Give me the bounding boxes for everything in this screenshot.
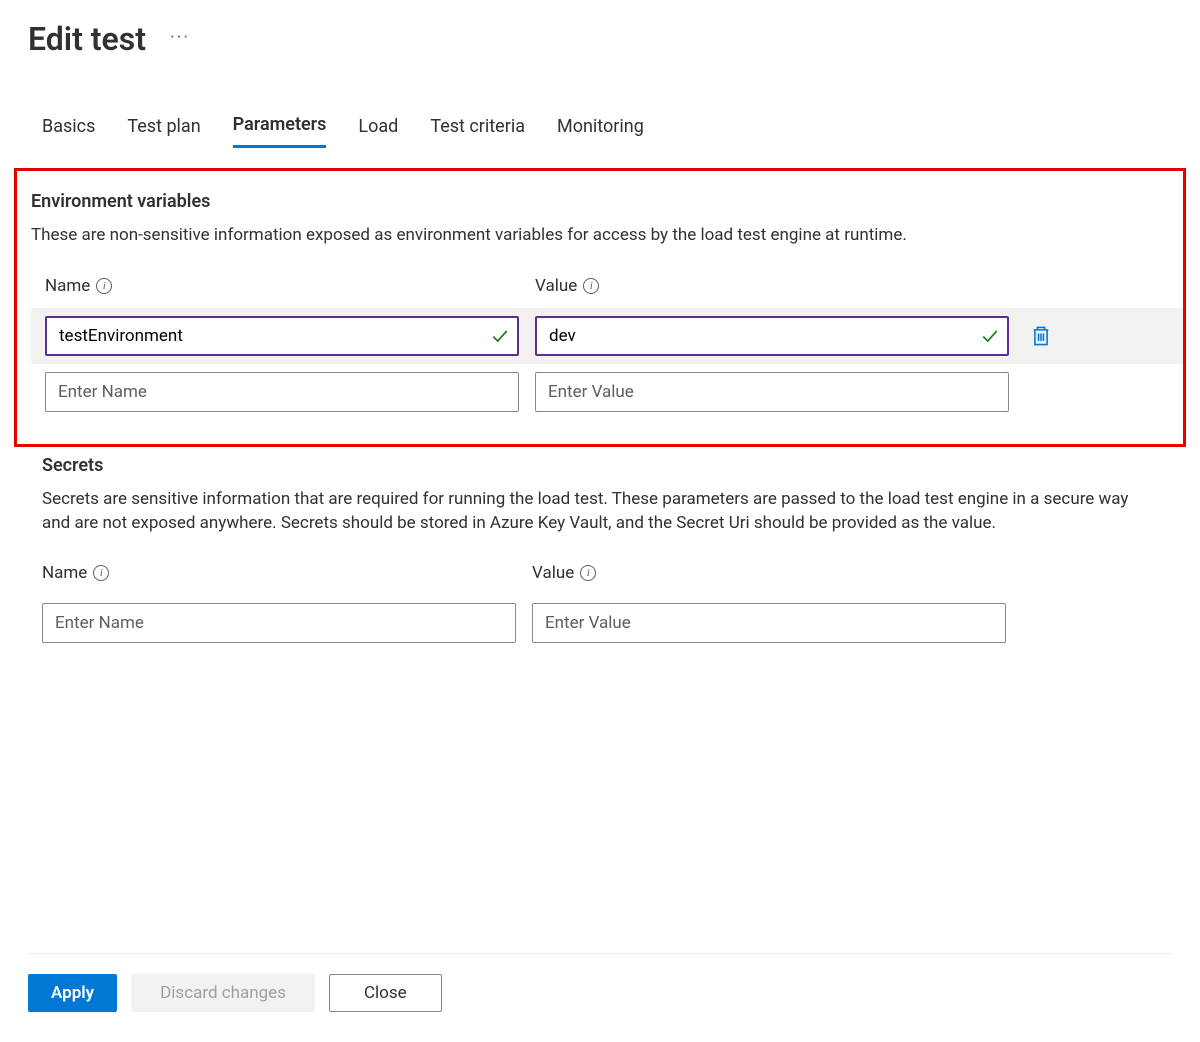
secrets-section: Secrets Secrets are sensitive informatio… <box>28 455 1172 652</box>
tab-basics[interactable]: Basics <box>42 114 95 148</box>
env-column-headers: Name i Value i <box>31 276 1163 296</box>
footer-actions: Apply Discard changes Close <box>28 953 1172 1042</box>
delete-row-button[interactable] <box>1025 320 1057 352</box>
env-value-input[interactable] <box>535 316 1009 356</box>
env-row <box>31 308 1183 364</box>
env-col-value-header: Value i <box>535 276 1009 296</box>
discard-button[interactable]: Discard changes <box>131 974 315 1012</box>
secrets-row-empty <box>42 595 1158 651</box>
env-name-input[interactable] <box>45 316 519 356</box>
tab-test-criteria[interactable]: Test criteria <box>430 114 525 148</box>
env-col-name-label: Name <box>45 276 90 296</box>
secrets-value-input-empty[interactable] <box>532 603 1006 643</box>
env-highlight-box: Environment variables These are non-sens… <box>14 168 1186 447</box>
secrets-col-value-label: Value <box>532 563 574 583</box>
more-menu-icon[interactable]: ··· <box>170 27 190 52</box>
tabs-container: Basics Test plan Parameters Load Test cr… <box>28 114 1172 148</box>
env-col-name-header: Name i <box>45 276 519 296</box>
apply-button[interactable]: Apply <box>28 974 117 1012</box>
env-col-value-label: Value <box>535 276 577 296</box>
page-title: Edit test <box>28 20 146 58</box>
tab-monitoring[interactable]: Monitoring <box>557 114 644 148</box>
env-row-empty <box>45 364 1163 420</box>
trash-icon <box>1031 325 1051 347</box>
secrets-column-headers: Name i Value i <box>42 563 1158 583</box>
env-section-description: These are non-sensitive information expo… <box>31 224 1163 248</box>
close-button[interactable]: Close <box>329 974 442 1012</box>
tab-load[interactable]: Load <box>358 114 398 148</box>
secrets-section-title: Secrets <box>42 455 1158 476</box>
secrets-section-description: Secrets are sensitive information that a… <box>42 488 1158 536</box>
tab-test-plan[interactable]: Test plan <box>127 114 200 148</box>
checkmark-icon <box>981 327 999 345</box>
info-icon[interactable]: i <box>96 278 112 294</box>
info-icon[interactable]: i <box>93 565 109 581</box>
secrets-col-name-header: Name i <box>42 563 516 583</box>
secrets-name-input-empty[interactable] <box>42 603 516 643</box>
info-icon[interactable]: i <box>580 565 596 581</box>
env-section-title: Environment variables <box>31 191 1163 212</box>
env-value-input-empty[interactable] <box>535 372 1009 412</box>
secrets-col-value-header: Value i <box>532 563 1006 583</box>
checkmark-icon <box>491 327 509 345</box>
info-icon[interactable]: i <box>583 278 599 294</box>
secrets-col-name-label: Name <box>42 563 87 583</box>
tab-parameters[interactable]: Parameters <box>233 114 327 148</box>
env-rows <box>31 308 1163 420</box>
env-name-input-empty[interactable] <box>45 372 519 412</box>
